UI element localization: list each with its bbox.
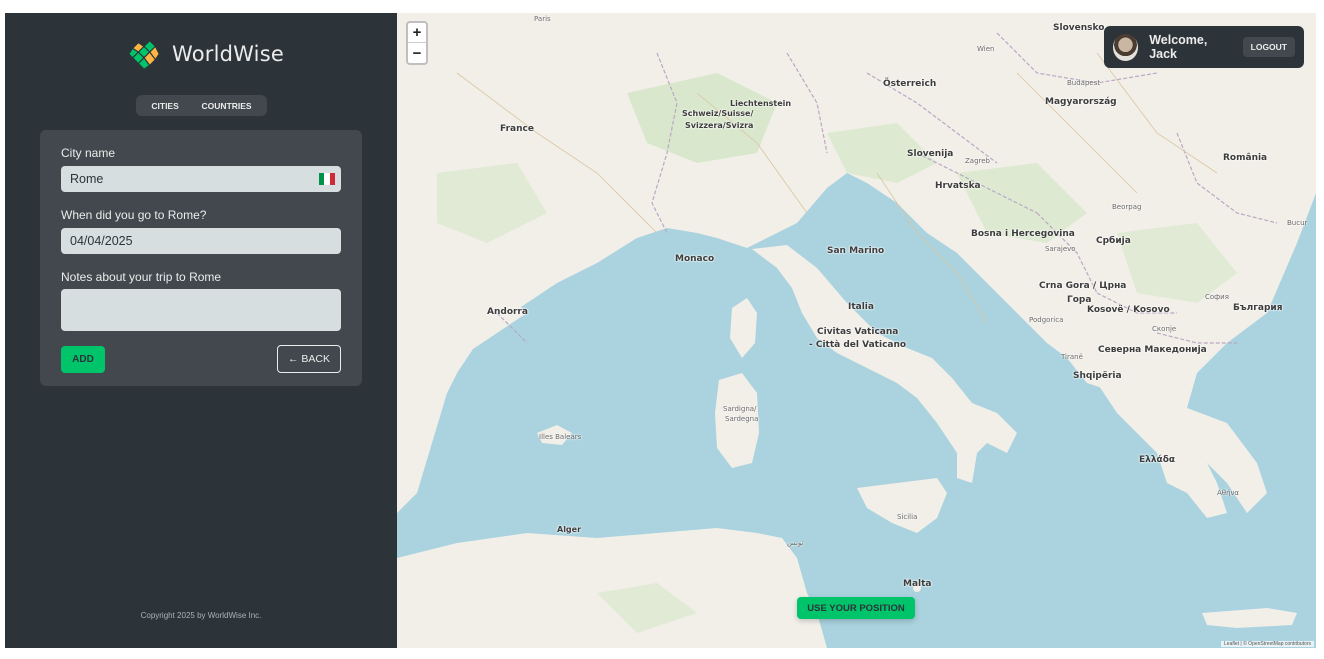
map-label: Paris <box>534 15 551 23</box>
map-label: Tiranë <box>1061 353 1083 361</box>
map-label: Alger <box>557 525 582 534</box>
nav-cities[interactable]: Cities <box>145 99 184 113</box>
map-label: София <box>1205 293 1229 301</box>
map-label: Andorra <box>487 307 528 317</box>
map-label: Wien <box>977 45 995 53</box>
map-label: Северна Македонија <box>1098 345 1207 355</box>
app-root: WorldWise Cities Countries City name Rom… <box>5 13 1316 648</box>
map-label: Magyarország <box>1045 97 1117 107</box>
map-label: Sarajevo <box>1045 245 1076 253</box>
map-label: Liechtenstein <box>730 99 792 108</box>
map-label: Србија <box>1096 236 1131 246</box>
user-panel: Welcome, Jack Logout <box>1104 26 1304 68</box>
date-input[interactable]: 04/04/2025 <box>61 228 341 254</box>
map-label: Beorpag <box>1112 203 1142 211</box>
map-label: Shqipëria <box>1073 371 1122 381</box>
date-label: When did you go to Rome? <box>61 208 207 222</box>
zoom-out-button[interactable]: − <box>408 43 426 63</box>
map-label: Budapest <box>1067 79 1101 87</box>
add-city-form: City name Rome When did you go to Rome? … <box>40 130 362 386</box>
notes-textarea[interactable] <box>61 289 341 331</box>
copyright-text: Copyright 2025 by WorldWise Inc. <box>140 611 262 620</box>
back-button[interactable]: ← Back <box>277 345 341 373</box>
map-label: România <box>1223 153 1268 163</box>
map-label: България <box>1233 303 1283 313</box>
welcome-text: Welcome, Jack <box>1149 33 1208 61</box>
add-button[interactable]: Add <box>61 346 105 373</box>
zoom-control: + − <box>406 21 428 65</box>
map-label: San Marino <box>827 246 885 256</box>
zoom-in-button[interactable]: + <box>408 23 426 43</box>
map-label: Kosovë / Kosovo <box>1087 305 1170 315</box>
date-value: 04/04/2025 <box>70 234 133 248</box>
map-label: - Città del Vaticano <box>809 340 907 350</box>
map-label: Svizzera/Svizra <box>685 121 754 130</box>
map-label: Monaco <box>675 254 715 264</box>
brand-logo[interactable]: WorldWise <box>125 35 284 73</box>
map-label: Sicilia <box>897 513 918 521</box>
map-label: Österreich <box>883 79 937 89</box>
map-label: Civitas Vaticana <box>817 327 899 337</box>
map-label: Гора <box>1067 295 1092 305</box>
map-label: تونس <box>787 539 804 547</box>
app-nav: Cities Countries <box>136 95 267 116</box>
map-label: Sardegna <box>725 415 759 423</box>
map-label: Sardigna/ <box>723 405 757 413</box>
use-position-button[interactable]: Use your position <box>797 597 915 619</box>
city-name-label: City name <box>61 146 116 160</box>
map-label: Скопје <box>1152 325 1177 333</box>
map-container[interactable]: + − Paris France Liechtenstein Schweiz/S… <box>397 13 1316 648</box>
map-label: Hrvatska <box>935 181 981 191</box>
map-label: Crna Gora / Црна <box>1039 281 1127 291</box>
sidebar: WorldWise Cities Countries City name Rom… <box>5 13 397 648</box>
user-avatar <box>1113 33 1139 61</box>
map-label: Bosna i Hercegovina <box>971 229 1075 239</box>
nav-countries[interactable]: Countries <box>196 99 258 113</box>
map-label: Zagreb <box>965 157 991 165</box>
brand-name: WorldWise <box>172 42 284 66</box>
map-label: Schweiz/Suisse/ <box>682 109 754 118</box>
notes-label: Notes about your trip to Rome <box>61 270 222 284</box>
logout-button[interactable]: Logout <box>1242 37 1295 57</box>
map-label: Slovensko <box>1053 23 1105 33</box>
city-name-input[interactable]: Rome <box>61 166 341 192</box>
map-label: Ελλάδα <box>1139 455 1176 465</box>
map-label: Malta <box>903 579 932 589</box>
map-attribution[interactable]: Leaflet | © OpenStreetMap contributors <box>1221 641 1314 647</box>
globe-logo-icon <box>126 36 162 72</box>
map-label: Italia <box>848 302 874 312</box>
map-label: Αθήνα <box>1217 489 1240 497</box>
map-label: Bucur <box>1287 219 1308 227</box>
map-label: Illes Balears <box>539 433 582 441</box>
map-label: France <box>500 124 534 134</box>
map-label: Slovenija <box>907 149 954 159</box>
city-name-value: Rome <box>70 172 104 186</box>
italy-flag-icon <box>319 173 335 185</box>
map-label: Podgorica <box>1029 316 1064 324</box>
